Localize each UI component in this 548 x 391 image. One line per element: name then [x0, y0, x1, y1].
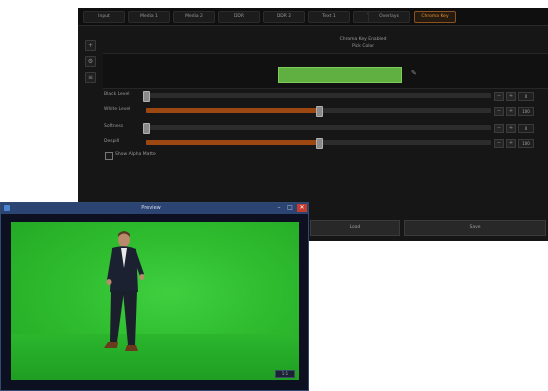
chroma-status-text: Chroma Key Enabled — [339, 37, 387, 42]
slider-thumb[interactable] — [143, 123, 150, 134]
maximize-icon[interactable]: □ — [285, 204, 295, 212]
decrement-button[interactable]: − — [494, 92, 504, 101]
key-color-swatch[interactable] — [278, 67, 402, 83]
increment-button[interactable]: + — [506, 139, 516, 148]
load-button[interactable]: Load — [310, 220, 400, 236]
black-level-value[interactable]: 0 — [518, 92, 534, 101]
close-icon[interactable]: ✕ — [297, 204, 307, 212]
title-bar[interactable]: Preview – □ ✕ — [1, 203, 308, 214]
slider-thumb[interactable] — [315, 138, 323, 149]
video-frame: 1:1 — [11, 222, 299, 380]
show-alpha-checkbox[interactable] — [105, 152, 113, 160]
tab-ddr-2[interactable]: DDR 2 — [263, 11, 305, 23]
zoom-indicator[interactable]: 1:1 — [275, 370, 295, 378]
video-preview-window: Preview – □ ✕ 1:1 — [0, 202, 309, 391]
increment-button[interactable]: + — [506, 107, 516, 116]
softness-value[interactable]: 0 — [518, 124, 534, 133]
despill-label: Despill — [104, 139, 120, 144]
tab-media-2[interactable]: Media 2 — [173, 11, 215, 23]
softness-slider[interactable] — [143, 123, 491, 134]
pick-color-label: Pick Color — [351, 44, 375, 49]
add-icon[interactable]: + — [85, 40, 96, 51]
key-color-panel: ✎ — [103, 53, 548, 89]
increment-button[interactable]: + — [506, 92, 516, 101]
slider-fill — [146, 108, 319, 113]
tab-text-1[interactable]: Text 1 — [308, 11, 350, 23]
white-level-value[interactable]: 100 — [518, 107, 534, 116]
softness-label: Softness — [104, 124, 124, 129]
decrement-button[interactable]: − — [494, 107, 504, 116]
window-title: Preview — [141, 205, 161, 211]
white-level-slider[interactable] — [146, 106, 491, 117]
despill-slider[interactable] — [146, 138, 491, 149]
tab-media-1[interactable]: Media 1 — [128, 11, 170, 23]
settings-icon[interactable]: ⚙ — [85, 56, 96, 67]
tab-ddr[interactable]: DDR — [218, 11, 260, 23]
show-alpha-label: Show Alpha Matte — [115, 152, 156, 157]
layers-icon[interactable]: ≡ — [85, 72, 96, 83]
save-button[interactable]: Save — [404, 220, 546, 236]
decrement-button[interactable]: − — [494, 124, 504, 133]
black-level-slider[interactable] — [143, 91, 491, 102]
presenter-figure — [104, 231, 145, 351]
increment-button[interactable]: + — [506, 124, 516, 133]
app-icon — [4, 205, 10, 211]
slider-thumb[interactable] — [315, 106, 323, 117]
minimize-icon[interactable]: – — [274, 204, 284, 212]
eyedropper-icon[interactable]: ✎ — [411, 69, 417, 77]
tab-input[interactable]: Input — [83, 11, 125, 23]
despill-value[interactable]: 100 — [518, 139, 534, 148]
tab-overlays[interactable]: Overlays — [368, 11, 410, 23]
tab-bar: Input Media 1 Media 2 DDR DDR 2 Text 1 T… — [78, 8, 548, 26]
slider-fill — [146, 140, 319, 145]
tab-chroma-key[interactable]: Chroma Key — [414, 11, 456, 23]
slider-thumb[interactable] — [143, 91, 150, 102]
decrement-button[interactable]: − — [494, 139, 504, 148]
black-level-label: Black Level — [104, 92, 130, 97]
white-level-label: White Level — [104, 107, 131, 112]
